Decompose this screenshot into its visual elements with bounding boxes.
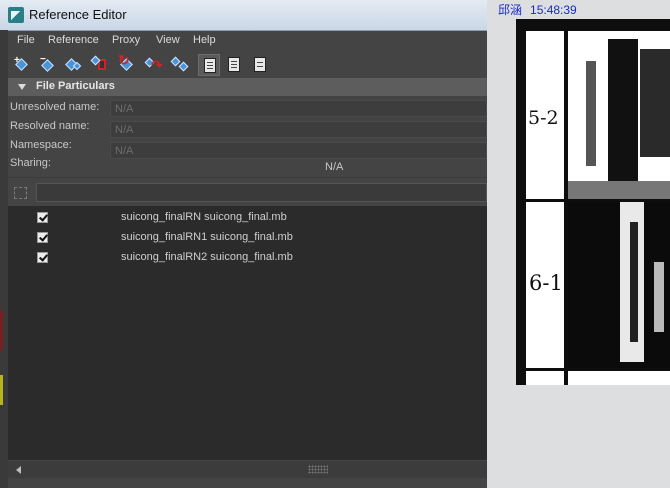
section-title: File Particulars (36, 80, 115, 92)
shot-label: 6-1 (529, 271, 563, 295)
reload-reference-button[interactable]: ↻ (116, 52, 138, 76)
proxy-view-button[interactable] (249, 54, 271, 76)
minus-icon: − (40, 54, 46, 65)
diamond-small-icon (178, 61, 189, 72)
checklist-icon (204, 58, 216, 73)
sharing-value: N/A (325, 161, 344, 173)
menu-proxy[interactable]: Proxy (112, 34, 140, 46)
reference-list: suicong_finalRN suicong_final.mb suicong… (8, 206, 487, 460)
sharing-label: Sharing: (10, 157, 51, 169)
curved-arrow-icon: ↷ (151, 57, 163, 73)
file-particulars-header[interactable]: File Particulars (8, 78, 487, 96)
clock-user-name: 邱涵 (498, 3, 523, 17)
edge-marker (0, 310, 3, 350)
sketch-shape (586, 61, 596, 166)
plus-icon: + (14, 55, 20, 66)
list-icon (228, 57, 240, 72)
menu-reference[interactable]: Reference (48, 34, 99, 46)
sketch-shape (608, 39, 638, 189)
diamond-small-icon (72, 61, 82, 71)
table-row[interactable]: suicong_finalRN suicong_final.mb (8, 208, 487, 228)
edge-marker (0, 375, 3, 405)
load-reference-button[interactable] (63, 54, 85, 76)
title-bar[interactable]: Reference Editor (0, 0, 487, 31)
storyboard-sheet: 5-2 6-1 (516, 19, 670, 385)
sketch-shape (630, 222, 638, 342)
refresh-arrow-icon: ↻ (118, 52, 130, 68)
scroll-left-icon[interactable] (16, 466, 21, 474)
clock-readout: 邱涵 15:48:39 (498, 1, 577, 18)
sketch-shape (654, 262, 664, 332)
reference-editor-window: Reference Editor File Reference Proxy Vi… (0, 0, 487, 488)
sketch-shape (568, 181, 670, 199)
menu-file[interactable]: File (17, 34, 35, 46)
add-reference-button[interactable]: + (11, 54, 33, 76)
divider (8, 177, 487, 178)
reference-checkbox[interactable] (37, 252, 48, 263)
filter-icon[interactable] (14, 187, 27, 199)
toolbar: + − ↻ ↷ (8, 51, 487, 78)
reference-name: suicong_finalRN1 suicong_final.mb (121, 231, 293, 243)
sketch-shape (640, 49, 670, 157)
remove-reference-button[interactable]: − (37, 54, 59, 76)
reference-name: suicong_finalRN2 suicong_final.mb (121, 251, 293, 263)
shot-label: 5-2 (528, 107, 559, 129)
unresolved-name-label: Unresolved name: (10, 101, 100, 113)
left-edge-strip (0, 30, 8, 488)
resolved-name-field[interactable]: N/A (110, 121, 487, 138)
table-row[interactable]: suicong_finalRN2 suicong_final.mb (8, 248, 487, 268)
window-title: Reference Editor (29, 7, 127, 22)
collapse-triangle-icon[interactable] (18, 84, 26, 90)
lock-reference-button[interactable] (90, 54, 112, 76)
unresolved-name-field[interactable]: N/A (110, 100, 487, 117)
clock-time: 15:48:39 (530, 3, 577, 17)
table-row[interactable]: suicong_finalRN1 suicong_final.mb (8, 228, 487, 248)
namespace-label: Namespace: (10, 139, 72, 151)
namespace-field[interactable]: N/A (110, 142, 487, 159)
reference-name: suicong_finalRN suicong_final.mb (121, 211, 287, 223)
reference-checkbox[interactable] (37, 212, 48, 223)
horizontal-scrollbar[interactable] (8, 461, 487, 478)
detail-view-button[interactable] (223, 54, 245, 76)
storyboard-panel (568, 371, 670, 385)
grid-icon (254, 57, 266, 72)
resize-grip[interactable] (308, 465, 328, 474)
list-view-button[interactable] (198, 54, 220, 76)
menu-help[interactable]: Help (193, 34, 216, 46)
storyboard-panel (568, 31, 670, 199)
menu-view[interactable]: View (156, 34, 180, 46)
storyboard-panel (568, 202, 670, 368)
maya-app-icon (8, 7, 24, 23)
menu-bar: File Reference Proxy View Help (8, 31, 487, 51)
resolved-name-label: Resolved name: (10, 120, 90, 132)
shot-label-cell (526, 371, 564, 385)
duplicate-reference-button[interactable] (169, 54, 191, 76)
reference-checkbox[interactable] (37, 232, 48, 243)
filter-input[interactable] (36, 183, 487, 202)
unload-reference-button[interactable]: ↷ (142, 54, 164, 76)
